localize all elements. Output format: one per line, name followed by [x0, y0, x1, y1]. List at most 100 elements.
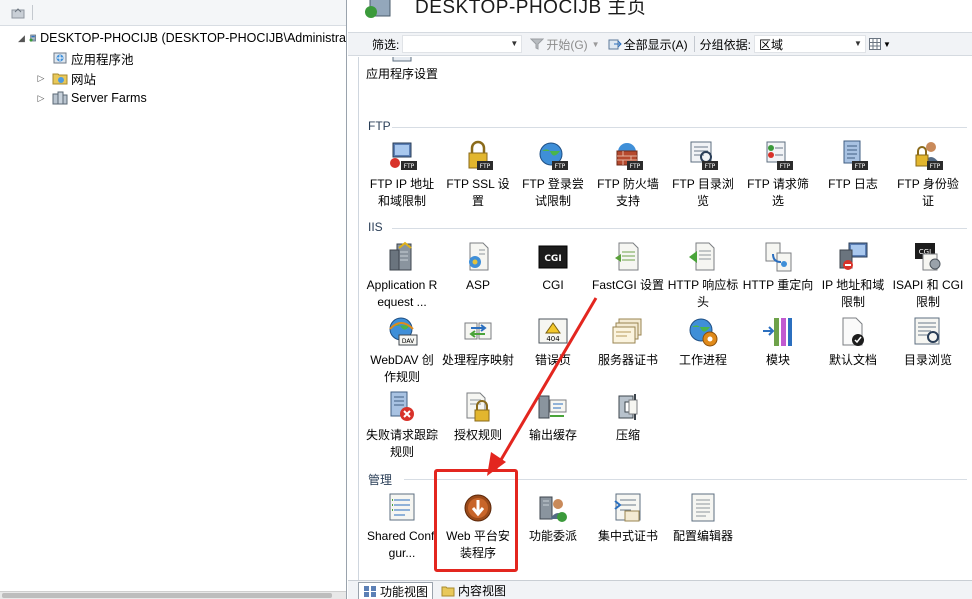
feature-http-redirect[interactable]: HTTP 重定向	[742, 240, 814, 294]
up-level-icon[interactable]	[11, 6, 25, 19]
feature-label: 目录浏览	[903, 353, 952, 367]
server-farms-icon	[52, 91, 68, 105]
feature-label: 功能委派	[528, 529, 577, 543]
feature-label: FTP 日志	[828, 177, 878, 191]
feature-default-document[interactable]: 默认文档	[817, 315, 889, 369]
toolbar-separator	[693, 36, 695, 52]
feature-ftp-authentication[interactable]: FTP FTP 身份验证	[892, 139, 964, 210]
svg-text:FTP: FTP	[555, 163, 566, 170]
feature-asp[interactable]: ASP	[442, 240, 514, 294]
feature-label: 授权规则	[453, 428, 502, 442]
feature-label: WebDAV 创作规则	[370, 353, 434, 384]
chevron-down-icon[interactable]: ▼	[883, 40, 891, 49]
tree-node-server-farms[interactable]: ▷ Server Farms	[0, 88, 346, 108]
application-settings-icon	[392, 57, 412, 62]
feature-label: 配置编辑器	[672, 529, 733, 543]
feature-application-request-routing[interactable]: Application Request ...	[366, 240, 438, 311]
modules-icon	[763, 318, 792, 346]
feature-directory-browsing[interactable]: 目录浏览	[892, 315, 964, 369]
feature-ftp-logon-attempts[interactable]: FTP FTP 登录尝试限制	[517, 139, 589, 210]
feature-handler-mappings[interactable]: 处理程序映射	[442, 315, 514, 369]
tab-features-view[interactable]: 功能视图	[358, 582, 434, 599]
asp-icon	[469, 242, 489, 271]
group-by-select[interactable]: 区域 ▼	[753, 35, 866, 53]
chevron-down-icon[interactable]: ▼	[854, 39, 862, 48]
server-farms-label: Server Farms	[71, 91, 147, 105]
collapse-arrow-icon[interactable]: ◢	[18, 33, 25, 43]
group-header-iis: IIS	[368, 220, 383, 234]
feature-webdav-authoring-rules[interactable]: DAV WebDAV 创作规则	[366, 315, 438, 386]
expand-arrow-icon[interactable]: ▷	[36, 93, 46, 103]
feature-ip-domain-restrictions[interactable]: IP 地址和域限制	[817, 240, 889, 311]
feature-ftp-request-filtering[interactable]: FTP FTP 请求筛选	[742, 139, 814, 210]
expand-arrow-icon[interactable]: ▷	[36, 73, 46, 83]
feature-ftp-ip-restrictions[interactable]: FTP FTP IP 地址和域限制	[366, 139, 438, 210]
chevron-down-icon[interactable]: ▼	[592, 40, 600, 49]
feature-worker-processes[interactable]: 工作进程	[667, 315, 739, 369]
feature-label: FTP 目录浏览	[672, 177, 734, 208]
horizontal-scrollbar[interactable]	[0, 591, 346, 599]
view-mode-button[interactable]: ▼	[868, 36, 891, 52]
features-view-icon	[364, 585, 376, 597]
svg-text:FTP: FTP	[480, 163, 491, 170]
feature-label: FTP 请求筛选	[747, 177, 809, 208]
feature-shared-configuration[interactable]: Shared Configur...	[366, 491, 438, 562]
failed-request-icon	[390, 391, 414, 421]
feature-label: 处理程序映射	[442, 353, 515, 367]
tree-node-app-pools[interactable]: 应用程序池	[0, 48, 346, 68]
feature-http-response-headers[interactable]: HTTP 响应标头	[667, 240, 739, 311]
feature-label: ASP	[465, 278, 490, 292]
start-filter-button[interactable]: 开始(G) ▼	[530, 36, 600, 53]
feature-output-caching[interactable]: 输出缓存	[517, 390, 589, 444]
ftp-log-icon: FTP	[843, 140, 868, 170]
feature-error-pages[interactable]: 404 错误页	[517, 315, 589, 369]
centralized-certificates-icon	[614, 493, 641, 522]
output-caching-icon	[538, 395, 567, 419]
feature-server-certificates[interactable]: 服务器证书	[592, 315, 664, 369]
feature-isapi-cgi-restrictions[interactable]: CGI ISAPI 和 CGI 限制	[892, 240, 964, 311]
svg-text:DAV: DAV	[402, 338, 415, 345]
show-all-label: 全部显示(A)	[623, 37, 688, 52]
svg-text:FTP: FTP	[404, 163, 415, 170]
feature-centralized-certificates[interactable]: 集中式证书	[592, 491, 664, 545]
isapi-cgi-icon: CGI	[915, 243, 941, 271]
feature-application-settings[interactable]: 应用程序设置	[366, 57, 438, 83]
feature-fastcgi-settings[interactable]: FastCGI 设置	[592, 240, 664, 294]
feature-label: IP 地址和域限制	[821, 278, 885, 309]
chevron-down-icon[interactable]: ▼	[510, 39, 518, 48]
fastcgi-icon	[615, 242, 639, 271]
feature-delegation[interactable]: 功能委派	[517, 491, 589, 545]
feature-label: 应用程序设置	[366, 67, 439, 81]
feature-label: 错误页	[534, 353, 571, 367]
feature-ftp-firewall[interactable]: FTP FTP 防火墙支持	[592, 139, 664, 210]
feature-ftp-logging[interactable]: FTP FTP 日志	[817, 139, 889, 193]
scrollbar-thumb[interactable]	[2, 593, 332, 598]
default-document-icon	[842, 317, 864, 346]
connections-tree: ◢ DESKTOP-PHOCIJB (DESKTOP-PHOCIJB\Admin…	[0, 26, 346, 108]
group-divider	[392, 228, 967, 229]
feature-failed-request-tracing[interactable]: 失败请求跟踪规则	[366, 390, 438, 461]
feature-ftp-ssl[interactable]: FTP FTP SSL 设置	[442, 139, 514, 210]
arr-server-icon	[389, 241, 412, 271]
feature-authorization-rules[interactable]: 授权规则	[442, 390, 514, 444]
tree-node-server[interactable]: ◢ DESKTOP-PHOCIJB (DESKTOP-PHOCIJB\Admin…	[0, 28, 346, 48]
connections-toolbar	[0, 0, 346, 26]
server-icon	[29, 34, 36, 42]
show-all-button[interactable]: 全部显示(A)	[608, 36, 688, 53]
feature-label: 压缩	[615, 428, 640, 442]
feature-label: 默认文档	[828, 353, 877, 367]
feature-label: Shared Configur...	[366, 529, 438, 560]
feature-modules[interactable]: 模块	[742, 315, 814, 369]
feature-ftp-directory-browsing[interactable]: FTP FTP 目录浏览	[667, 139, 739, 210]
features-view: 应用程序设置 FTP FTP FTP IP 地址和域限制 FTP FTP SSL…	[348, 57, 972, 580]
feature-configuration-editor[interactable]: 配置编辑器	[667, 491, 739, 545]
feature-label: FTP IP 地址和域限制	[369, 177, 435, 208]
feature-compression[interactable]: 压缩	[592, 390, 664, 444]
feature-cgi[interactable]: CGI CGI	[517, 240, 589, 294]
server-home-icon	[365, 0, 391, 18]
filter-input[interactable]: ▼	[402, 35, 523, 53]
tree-node-sites[interactable]: ▷ 网站	[0, 68, 346, 88]
tab-content-view[interactable]: 内容视图	[437, 582, 510, 599]
http-response-headers-icon	[689, 242, 715, 271]
app-pools-icon	[53, 52, 67, 64]
